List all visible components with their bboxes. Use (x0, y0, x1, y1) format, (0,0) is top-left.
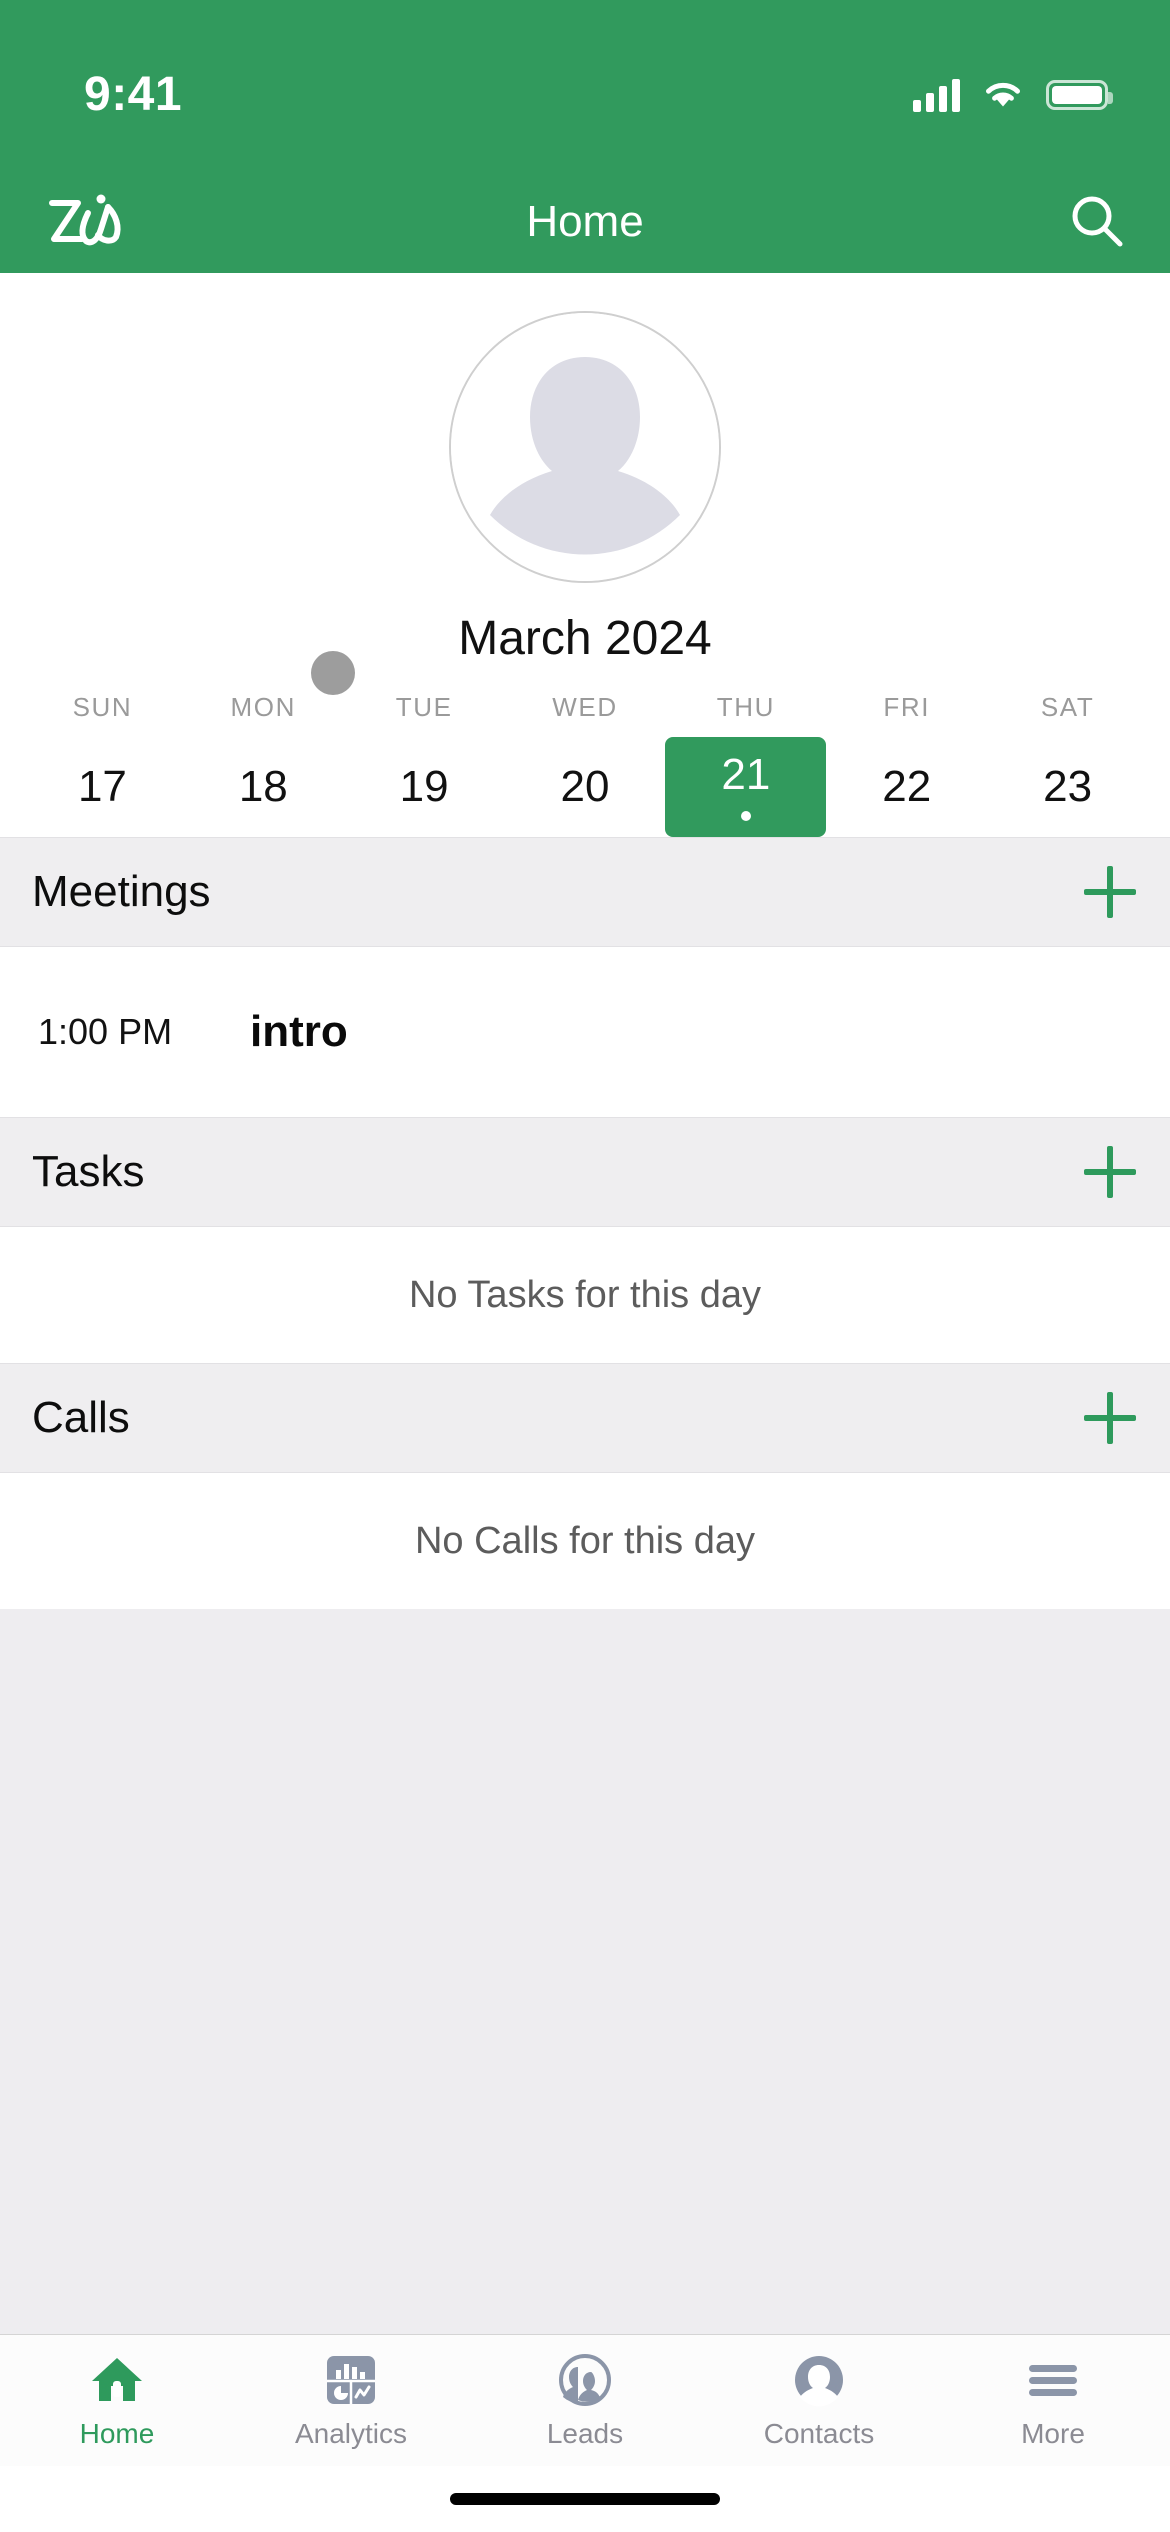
date-cell[interactable]: 19 (344, 737, 505, 837)
weekday-row: SUN MON TUE WED THU FRI SAT (0, 666, 1170, 723)
meeting-list-item[interactable]: 1:00 PM intro (0, 947, 1170, 1117)
tab-label: Contacts (763, 2417, 875, 2449)
home-indicator[interactable] (450, 2493, 720, 2505)
status-indicators (913, 78, 1113, 112)
section-title: Calls (32, 1393, 130, 1442)
date-cell[interactable]: 20 (505, 737, 666, 837)
tab-analytics[interactable]: Analytics (234, 2352, 468, 2450)
tasks-body: No Tasks for this day (0, 1227, 1170, 1363)
empty-space (0, 1609, 1170, 2334)
navigation-bar: Home (0, 170, 1170, 273)
section-title: Tasks (32, 1147, 145, 1196)
meeting-time: 1:00 PM (38, 1011, 173, 1052)
add-call-button[interactable] (1082, 1390, 1138, 1446)
date-cell[interactable]: 22 (826, 737, 987, 837)
month-header: March 2024 (0, 583, 1170, 695)
date-number: 18 (238, 762, 288, 811)
hamburger-icon (1026, 2352, 1080, 2408)
event-dot (740, 811, 751, 821)
wifi-icon (986, 82, 1020, 107)
profile-area (0, 273, 1170, 583)
section-title: Meetings (32, 867, 211, 916)
meetings-body: 1:00 PM intro (0, 947, 1170, 1117)
date-cell-selected[interactable]: 21 (665, 737, 827, 837)
add-meeting-button[interactable] (1082, 864, 1138, 920)
section-header-tasks: Tasks (0, 1117, 1170, 1227)
weekday-label: SUN (72, 692, 133, 722)
calls-body: No Calls for this day (0, 1473, 1170, 1609)
tab-contacts[interactable]: Contacts (702, 2352, 936, 2450)
meeting-title: intro (250, 1007, 348, 1056)
tab-label: Home (79, 2417, 155, 2449)
analytics-icon (325, 2352, 377, 2408)
tab-label: More (1021, 2417, 1085, 2449)
month-label: March 2024 (458, 612, 712, 665)
tab-leads[interactable]: Leads (468, 2352, 702, 2450)
contacts-icon (792, 2352, 846, 2408)
add-task-button[interactable] (1082, 1144, 1138, 1200)
weekday-label: FRI (883, 692, 931, 722)
page-title: Home (526, 196, 644, 246)
weekday-label: WED (552, 692, 618, 722)
tab-label: Leads (546, 2417, 624, 2449)
section-header-calls: Calls (0, 1363, 1170, 1473)
date-cell[interactable]: 17 (22, 737, 183, 837)
calls-empty-message: No Calls for this day (414, 1519, 755, 1562)
date-cell[interactable]: 23 (987, 737, 1148, 837)
search-icon[interactable] (1066, 191, 1128, 253)
zia-logo[interactable] (42, 191, 124, 253)
date-number: 19 (399, 762, 449, 811)
weekday-label: TUE (395, 692, 453, 722)
date-row: 17 18 19 20 21 22 23 (0, 737, 1170, 837)
date-number: 23 (1043, 762, 1093, 811)
week-calendar: SUN MON TUE WED THU FRI SAT 17 18 19 20 … (0, 666, 1170, 837)
date-number: 20 (560, 762, 610, 811)
leads-icon (558, 2352, 612, 2408)
bottom-tab-bar: Home Analytics Leads Contacts More (0, 2334, 1170, 2466)
tab-more[interactable]: More (936, 2352, 1170, 2450)
home-indicator-area (0, 2466, 1170, 2532)
date-number: 17 (77, 762, 127, 811)
date-cell[interactable]: 18 (183, 737, 344, 837)
date-number: 21 (721, 750, 771, 799)
agenda-list: Meetings 1:00 PM intro Tasks No Tasks fo… (0, 837, 1170, 2334)
cellular-bars-icon (913, 78, 960, 112)
tab-label: Analytics (294, 2417, 408, 2449)
home-icon (90, 2352, 144, 2408)
calendar-drag-handle[interactable] (311, 651, 355, 695)
tasks-empty-message: No Tasks for this day (408, 1273, 761, 1316)
section-header-meetings: Meetings (0, 837, 1170, 947)
date-number: 22 (882, 762, 932, 811)
status-bar: 9:41 (0, 0, 1170, 170)
tab-home[interactable]: Home (0, 2352, 234, 2450)
battery-icon (1046, 80, 1113, 110)
user-avatar-placeholder[interactable] (449, 311, 721, 583)
weekday-label: THU (716, 692, 775, 722)
app-screen: 9:41 Home March 2024 SUN MON TUE WED THU… (0, 0, 1170, 2532)
status-time: 9:41 (84, 67, 183, 121)
weekday-label: SAT (1040, 692, 1095, 722)
